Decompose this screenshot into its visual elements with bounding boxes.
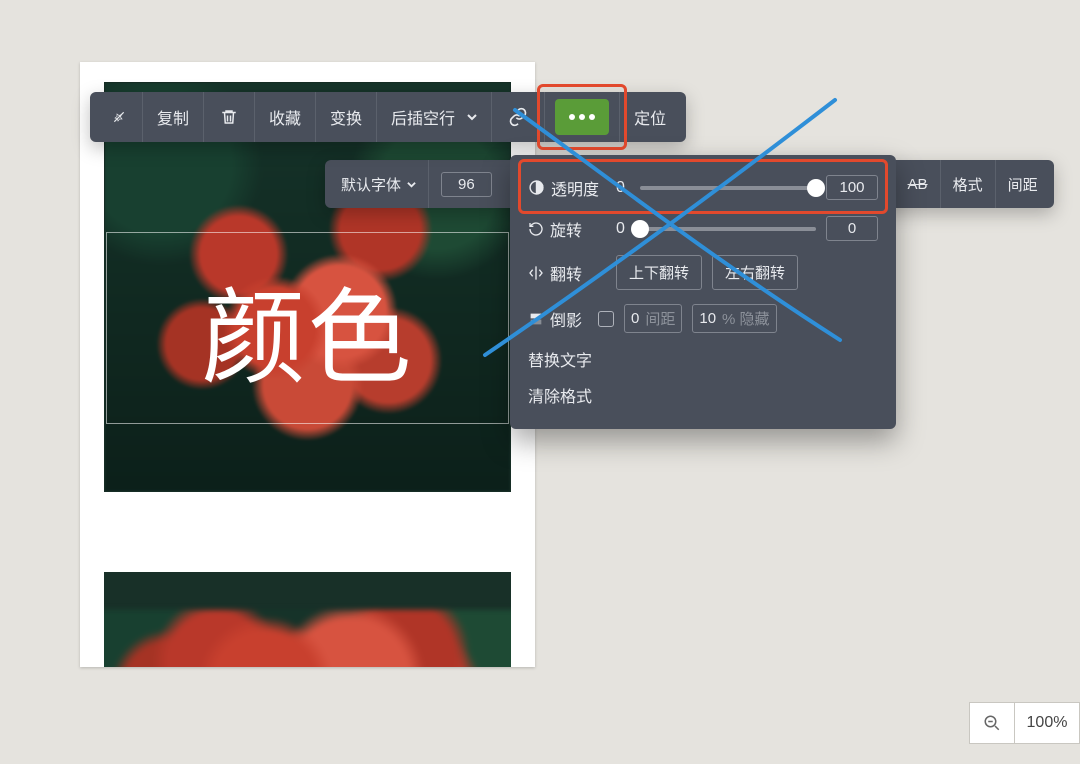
- delete-button[interactable]: [203, 92, 254, 142]
- font-size-input[interactable]: 96: [428, 160, 504, 208]
- transform-label: 变换: [330, 105, 362, 129]
- strike-label: AB: [908, 176, 928, 193]
- opacity-slider-thumb[interactable]: [807, 179, 825, 197]
- rotate-label: 旋转: [550, 217, 582, 241]
- reflection-label-wrap: 倒影: [528, 307, 588, 331]
- rotate-slider-thumb[interactable]: [631, 220, 649, 238]
- flip-icon: [528, 265, 544, 281]
- format-label: 格式: [953, 174, 983, 195]
- image-block-2[interactable]: [104, 572, 511, 667]
- flip-label-wrap: 翻转: [528, 261, 606, 285]
- reflection-hide-input[interactable]: 10 % 隐藏: [692, 304, 776, 333]
- font-family-label: 默认字体: [341, 174, 401, 195]
- pin-button[interactable]: [96, 92, 142, 142]
- link-icon: [508, 107, 528, 127]
- zoom-control: 100%: [969, 702, 1080, 744]
- flip-vertical-button[interactable]: 上下翻转: [616, 255, 702, 290]
- opacity-label: 透明度: [551, 176, 599, 200]
- rotate-row: 旋转 0 0: [528, 216, 878, 241]
- more-button[interactable]: [555, 99, 609, 135]
- spacing-menu[interactable]: 间距: [995, 160, 1050, 208]
- locate-button[interactable]: 定位: [619, 92, 680, 142]
- link-button[interactable]: [491, 92, 544, 142]
- reflection-toggle[interactable]: [598, 311, 614, 327]
- rotate-label-wrap: 旋转: [528, 217, 606, 241]
- reflection-icon: [528, 311, 544, 327]
- flip-horizontal-button[interactable]: 左右翻转: [712, 255, 798, 290]
- document-canvas: 颜色: [80, 62, 535, 667]
- caret-down-icon: [467, 112, 477, 122]
- flower-image: [105, 83, 510, 491]
- opacity-row: 透明度 0 100: [528, 169, 878, 206]
- reflection-label: 倒影: [550, 307, 582, 331]
- zoom-value[interactable]: 100%: [1015, 703, 1079, 743]
- copy-button[interactable]: 复制: [142, 92, 203, 142]
- format-menu[interactable]: 格式: [940, 160, 995, 208]
- rotate-slider[interactable]: [640, 227, 816, 231]
- rotate-icon: [528, 221, 544, 237]
- more-button-cell: [544, 92, 619, 142]
- image-block-1[interactable]: [104, 82, 511, 492]
- pin-icon: [112, 110, 126, 124]
- copy-label: 复制: [157, 105, 189, 129]
- zoom-out-icon: [983, 714, 1001, 732]
- reflection-hide-placeholder: % 隐藏: [722, 308, 770, 329]
- opacity-value[interactable]: 100: [826, 175, 878, 200]
- reflection-gap-placeholder: 间距: [645, 308, 675, 329]
- rotate-start: 0: [616, 220, 630, 238]
- insert-blank-after-button[interactable]: 后插空行: [376, 92, 491, 142]
- strike-button[interactable]: AB: [895, 160, 940, 208]
- flip-row: 翻转 上下翻转 左右翻转: [528, 255, 878, 290]
- main-toolbar: 复制 收藏 变换 后插空行 定位: [90, 92, 686, 142]
- opacity-slider[interactable]: [640, 186, 816, 190]
- font-family-select[interactable]: 默认字体: [329, 160, 428, 208]
- rotate-value[interactable]: 0: [826, 216, 878, 241]
- favorite-label: 收藏: [269, 105, 301, 129]
- properties-panel: 透明度 0 100 旋转 0 0 翻转 上下翻转 左右翻转 倒影: [510, 155, 896, 429]
- opacity-icon: [528, 179, 545, 196]
- opacity-start: 0: [616, 179, 630, 197]
- zoom-out-button[interactable]: [970, 703, 1015, 743]
- reflection-row: 倒影 0 间距 10 % 隐藏: [528, 304, 878, 333]
- insert-blank-after-label: 后插空行: [391, 105, 455, 129]
- favorite-button[interactable]: 收藏: [254, 92, 315, 142]
- spacing-label: 间距: [1008, 174, 1038, 195]
- reflection-gap-input[interactable]: 0 间距: [624, 304, 682, 333]
- trash-icon: [220, 108, 238, 126]
- caret-down-icon: [407, 180, 416, 189]
- locate-label: 定位: [634, 105, 666, 129]
- reflection-gap-value: 0: [631, 310, 639, 327]
- font-size-value: 96: [441, 172, 492, 197]
- clear-format-link[interactable]: 清除格式: [528, 383, 878, 407]
- flower-image-2: [104, 610, 511, 667]
- replace-text-link[interactable]: 替换文字: [528, 347, 878, 371]
- opacity-label-wrap: 透明度: [528, 176, 606, 200]
- transform-button[interactable]: 变换: [315, 92, 376, 142]
- flip-label: 翻转: [550, 261, 582, 285]
- reflection-hide-value: 10: [699, 310, 716, 327]
